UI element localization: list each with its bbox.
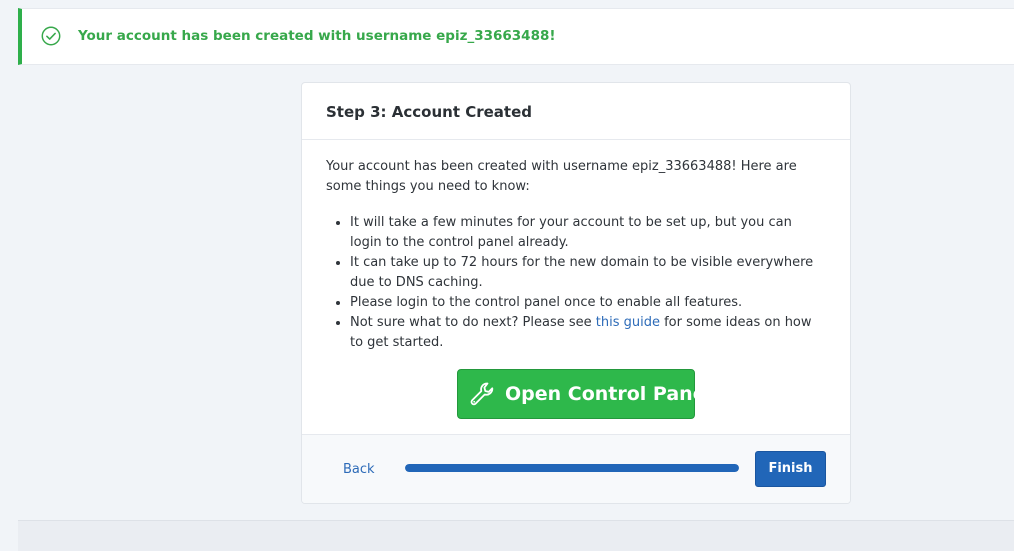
card-footer: Back Finish [302, 434, 850, 503]
guide-link[interactable]: this guide [596, 315, 660, 330]
success-alert: Your account has been created with usern… [18, 8, 1014, 65]
progress-fill [405, 464, 739, 472]
info-list: It will take a few minutes for your acco… [326, 213, 826, 353]
wrench-icon [470, 382, 494, 406]
open-control-panel-button[interactable]: Open Control Panel [457, 369, 712, 419]
page-title: Step 3: Account Created [326, 103, 532, 121]
check-circle-icon [41, 26, 61, 46]
step-card: Step 3: Account Created Your account has… [301, 82, 851, 504]
alert-message: Your account has been created with usern… [78, 28, 556, 44]
open-control-panel-label: Open Control Panel [505, 383, 713, 405]
intro-text: Your account has been created with usern… [326, 159, 797, 194]
list-item: Not sure what to do next? Please see thi… [350, 313, 826, 353]
list-item: It can take up to 72 hours for the new d… [350, 253, 826, 293]
progress-bar [405, 464, 739, 472]
bottom-panel [18, 520, 1014, 551]
list-item-text: Not sure what to do next? Please see [350, 315, 596, 330]
list-item: Please login to the control panel once t… [350, 293, 826, 313]
card-body: Your account has been created with usern… [326, 157, 826, 353]
back-link[interactable]: Back [343, 462, 375, 477]
finish-button[interactable]: Finish [755, 451, 826, 487]
card-header: Step 3: Account Created [302, 83, 850, 140]
list-item: It will take a few minutes for your acco… [350, 213, 826, 253]
